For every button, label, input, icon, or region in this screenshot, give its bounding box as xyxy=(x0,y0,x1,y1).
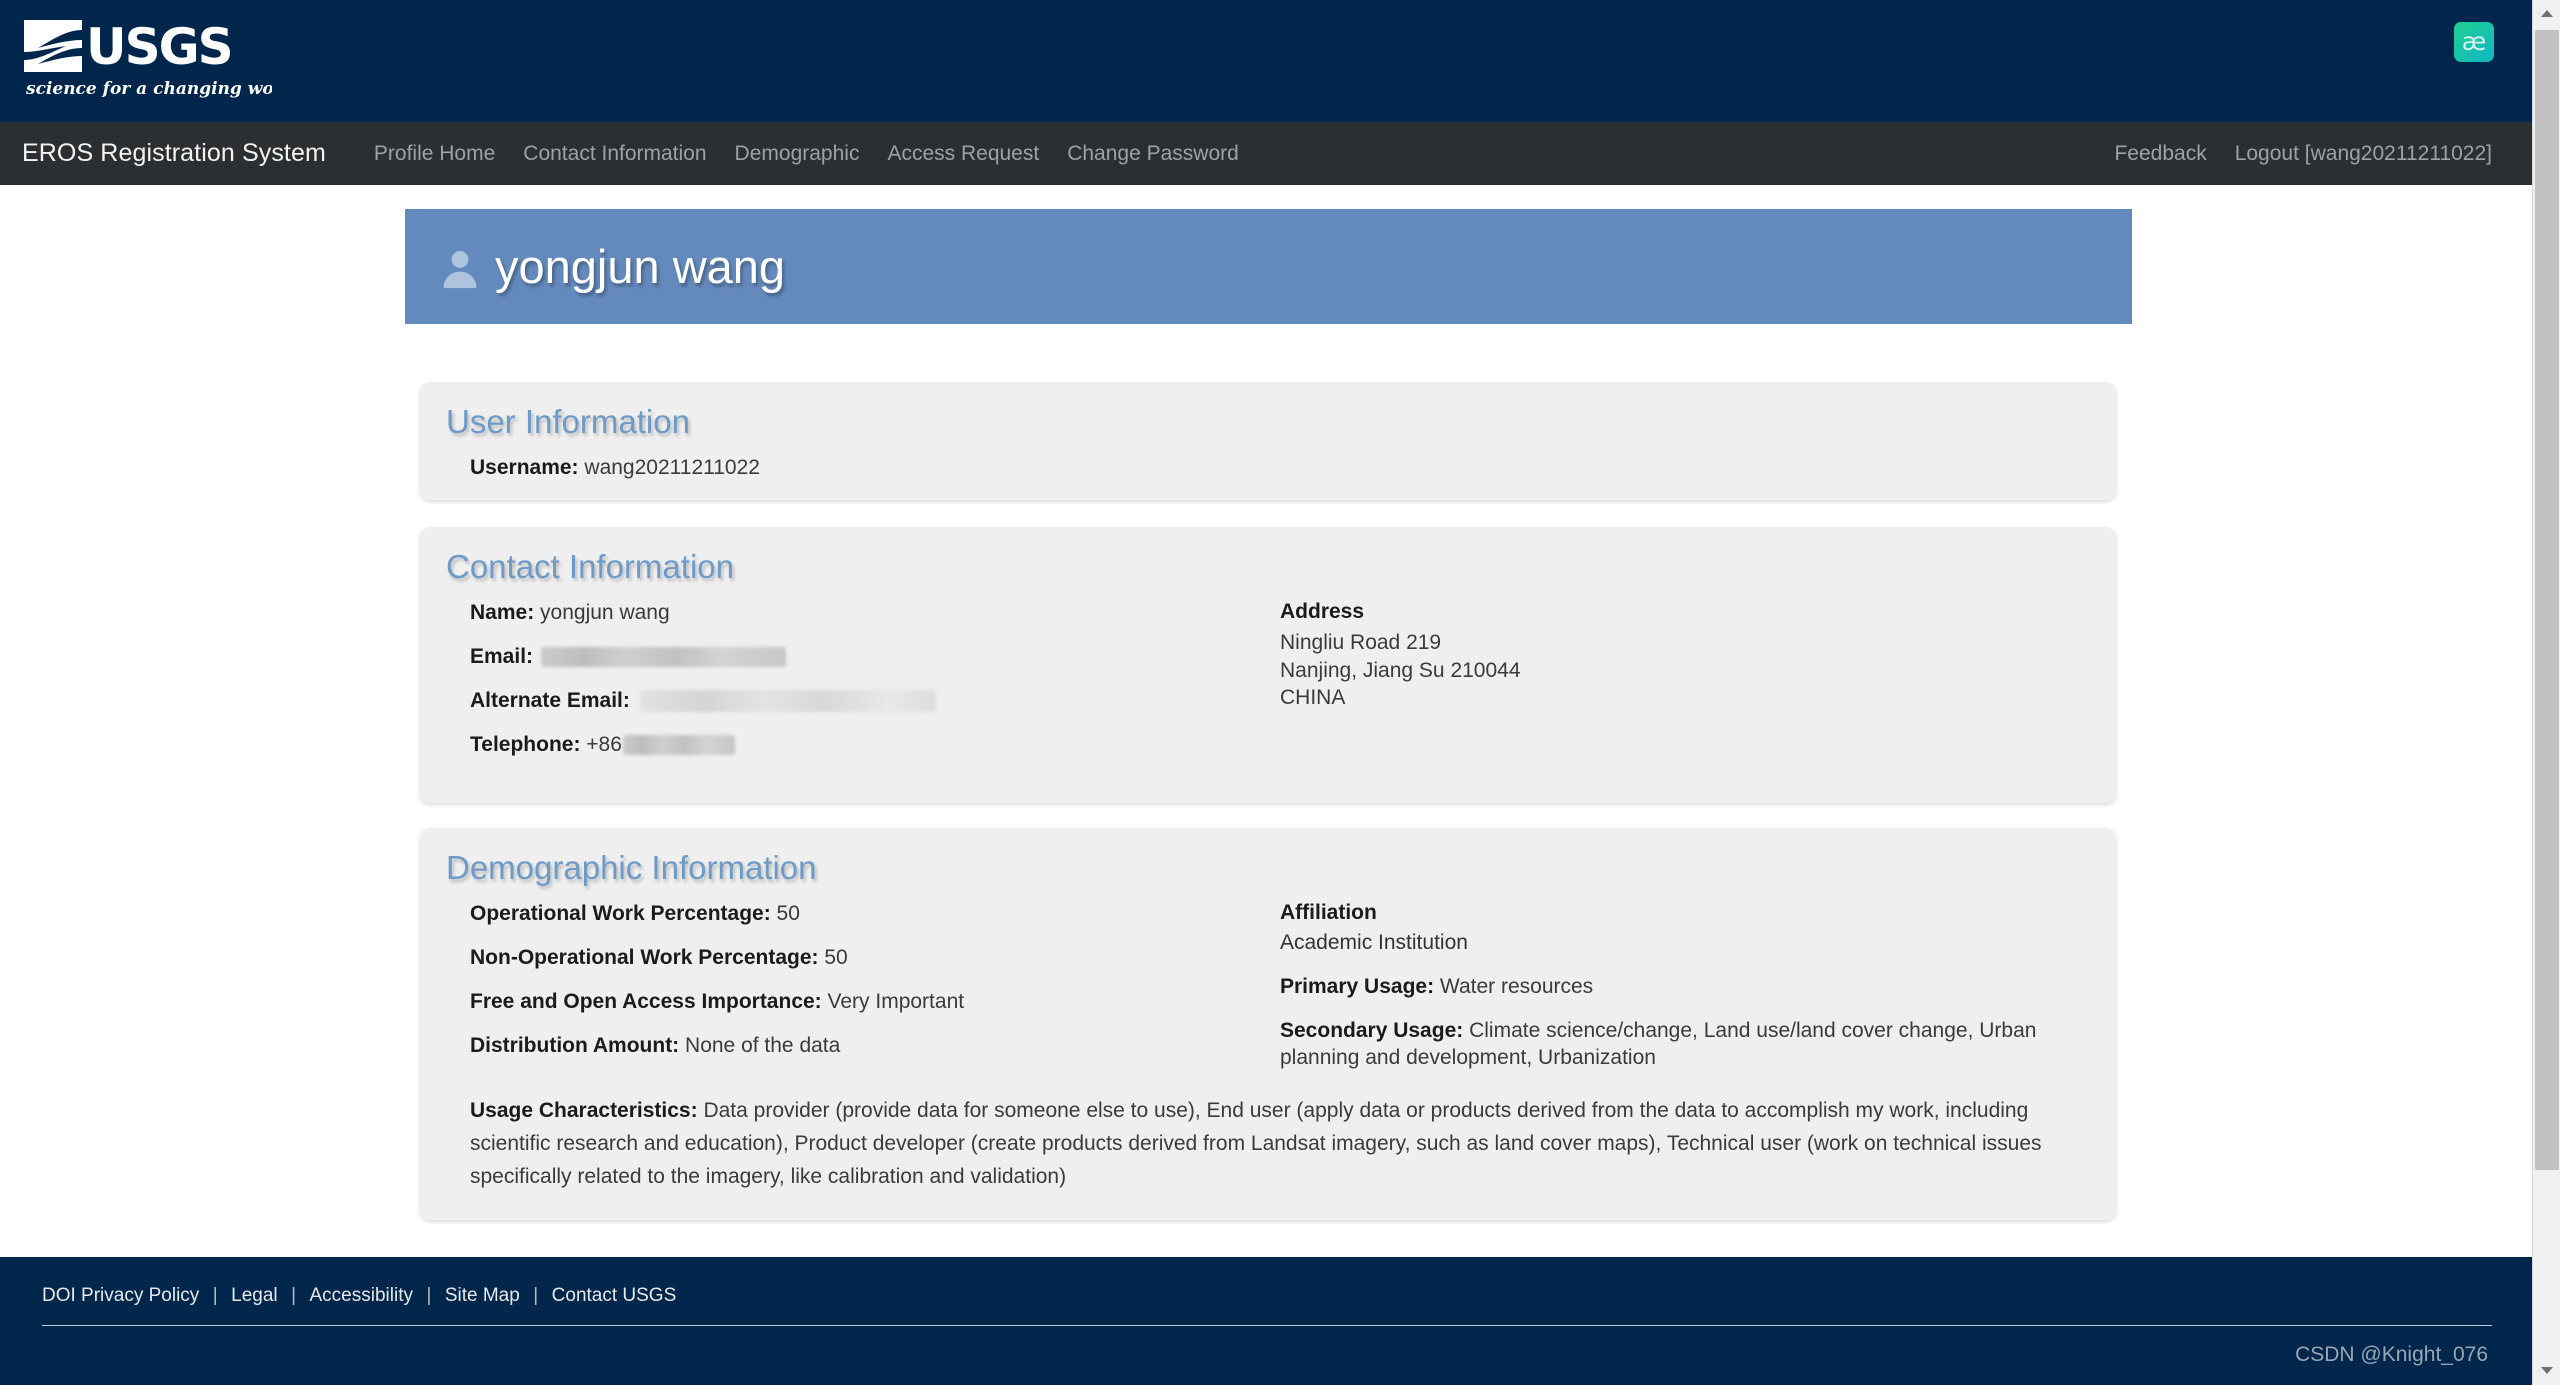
username-label: Username: xyxy=(470,456,579,479)
address-line-2: Nanjing, Jiang Su 210044 xyxy=(1280,657,2090,685)
address-label: Address xyxy=(1280,600,2090,624)
contact-name-value: yongjun wang xyxy=(540,601,670,624)
vertical-scrollbar[interactable] xyxy=(2532,0,2560,1385)
footer-link-accessibility[interactable]: Accessibility xyxy=(310,1285,413,1306)
contact-name-label: Name: xyxy=(470,601,534,624)
usgs-logo[interactable]: USGS science for a changing world xyxy=(22,14,272,106)
free-open-access-label: Free and Open Access Importance: xyxy=(470,990,822,1013)
operational-work-label: Operational Work Percentage: xyxy=(470,902,771,925)
footer-separator: | xyxy=(417,1285,440,1306)
contact-telephone-row: Telephone: +86 xyxy=(470,732,1260,759)
scroll-down-arrow-icon[interactable] xyxy=(2533,1357,2560,1385)
user-avatar-icon xyxy=(437,246,483,292)
usage-characteristics-value: Data provider (provide data for someone … xyxy=(470,1099,2042,1187)
operational-work-value: 50 xyxy=(777,902,800,925)
nav-item-feedback[interactable]: Feedback xyxy=(2100,142,2220,166)
page-root: USGS science for a changing world æ EROS… xyxy=(0,0,2532,1385)
address-line-3: CHINA xyxy=(1280,684,2090,712)
footer-link-contact-usgs[interactable]: Contact USGS xyxy=(552,1285,677,1306)
address-line-1: Ningliu Road 219 xyxy=(1280,629,2090,657)
free-open-access-row: Free and Open Access Importance: Very Im… xyxy=(470,989,1260,1016)
contact-information-title: Contact Information xyxy=(446,549,2090,586)
contact-alternate-email-row: Alternate Email: xyxy=(470,688,1260,715)
non-operational-work-value: 50 xyxy=(824,946,847,969)
contact-telephone-value: +86 xyxy=(586,733,622,756)
secondary-usage-label: Secondary Usage: xyxy=(1280,1019,1463,1042)
main-navbar: EROS Registration System Profile Home Co… xyxy=(0,122,2532,185)
distribution-amount-label: Distribution Amount: xyxy=(470,1034,679,1057)
nav-item-demographic[interactable]: Demographic xyxy=(721,142,874,166)
scroll-up-arrow-icon[interactable] xyxy=(2533,0,2560,28)
demographic-left-column: Operational Work Percentage: 50 Non-Oper… xyxy=(470,901,1280,1072)
browser-viewport: USGS science for a changing world æ EROS… xyxy=(0,0,2560,1385)
usgs-header: USGS science for a changing world æ xyxy=(0,0,2532,122)
contact-right-column: Address Ningliu Road 219 Nanjing, Jiang … xyxy=(1280,600,2090,759)
profile-banner: yongjun wang xyxy=(405,209,2132,324)
footer-divider xyxy=(42,1325,2492,1326)
affiliation-value: Academic Institution xyxy=(1280,930,2090,957)
user-information-card: User Information Username: wang202112110… xyxy=(420,382,2116,500)
secondary-usage-row: Secondary Usage: Climate science/change,… xyxy=(1280,1018,2090,1072)
usage-characteristics-label: Usage Characteristics: xyxy=(470,1099,698,1122)
non-operational-work-label: Non-Operational Work Percentage: xyxy=(470,946,819,969)
contact-telephone-label: Telephone: xyxy=(470,733,580,756)
page-title: yongjun wang xyxy=(495,243,785,290)
footer-link-site-map[interactable]: Site Map xyxy=(445,1285,520,1306)
primary-usage-label: Primary Usage: xyxy=(1280,975,1434,998)
contact-alternate-email-label: Alternate Email: xyxy=(470,689,630,712)
nav-item-profile-home[interactable]: Profile Home xyxy=(360,142,509,166)
affiliation-label: Affiliation xyxy=(1280,901,2090,925)
demographic-information-title: Demographic Information xyxy=(446,850,2090,887)
footer-links: DOI Privacy Policy | Legal | Accessibili… xyxy=(42,1285,2532,1307)
contact-email-label: Email: xyxy=(470,645,533,668)
distribution-amount-row: Distribution Amount: None of the data xyxy=(470,1033,1260,1060)
nav-item-contact-information[interactable]: Contact Information xyxy=(509,142,720,166)
username-row: Username: wang20211211022 xyxy=(470,455,2090,482)
page-footer: DOI Privacy Policy | Legal | Accessibili… xyxy=(0,1257,2532,1385)
navbar-brand[interactable]: EROS Registration System xyxy=(22,139,326,168)
alternate-email-redaction xyxy=(640,690,936,712)
contact-name-row: Name: yongjun wang xyxy=(470,600,1260,627)
footer-link-doi-privacy-policy[interactable]: DOI Privacy Policy xyxy=(42,1285,199,1306)
free-open-access-value: Very Important xyxy=(828,990,965,1013)
nav-item-logout[interactable]: Logout [wang20211211022] xyxy=(2221,142,2506,166)
footer-link-legal[interactable]: Legal xyxy=(231,1285,278,1306)
contact-left-column: Name: yongjun wang Email: Alternate Emai… xyxy=(470,600,1280,759)
operational-work-row: Operational Work Percentage: 50 xyxy=(470,901,1260,928)
footer-separator: | xyxy=(204,1285,227,1306)
contact-information-card: Contact Information Name: yongjun wang E… xyxy=(420,527,2116,803)
distribution-amount-value: None of the data xyxy=(685,1034,840,1057)
demographic-right-column: Affiliation Academic Institution Primary… xyxy=(1280,901,2090,1072)
footer-separator: | xyxy=(524,1285,547,1306)
demographic-information-card: Demographic Information Operational Work… xyxy=(420,828,2116,1220)
non-operational-work-row: Non-Operational Work Percentage: 50 xyxy=(470,945,1260,972)
primary-usage-row: Primary Usage: Water resources xyxy=(1280,974,2090,1001)
navbar-right-links: Feedback Logout [wang20211211022] xyxy=(2100,142,2532,166)
usage-characteristics-row: Usage Characteristics: Data provider (pr… xyxy=(446,1095,2090,1193)
watermark-text: CSDN @Knight_076 xyxy=(2295,1343,2488,1367)
nav-item-access-request[interactable]: Access Request xyxy=(873,142,1053,166)
email-redaction xyxy=(541,647,786,667)
scrollbar-thumb[interactable] xyxy=(2535,30,2559,1170)
primary-usage-value: Water resources xyxy=(1440,975,1593,998)
svg-text:USGS: USGS xyxy=(86,18,232,76)
footer-separator: | xyxy=(282,1285,305,1306)
username-value: wang20211211022 xyxy=(584,456,760,479)
nav-item-change-password[interactable]: Change Password xyxy=(1053,142,1253,166)
user-information-title: User Information xyxy=(446,404,2090,441)
contact-email-row: Email: xyxy=(470,644,1260,671)
navbar-links: Profile Home Contact Information Demogra… xyxy=(360,142,1253,166)
ae-extension-icon[interactable]: æ xyxy=(2454,22,2494,62)
telephone-redaction xyxy=(623,735,735,755)
svg-text:science for a changing world: science for a changing world xyxy=(25,79,272,99)
